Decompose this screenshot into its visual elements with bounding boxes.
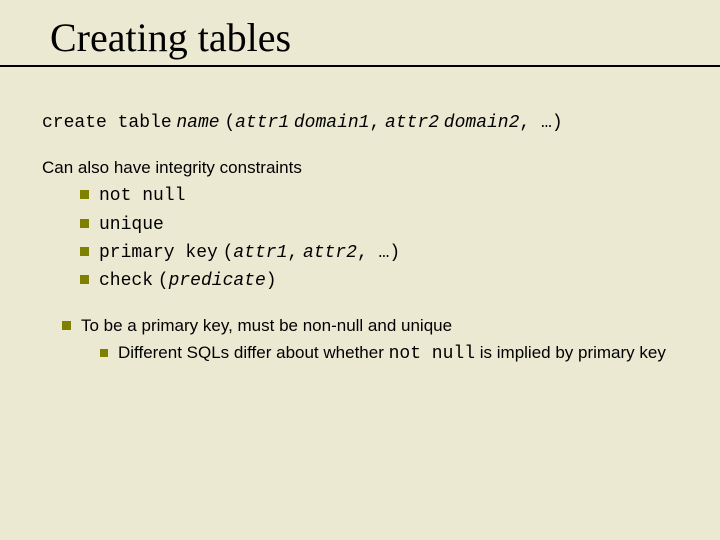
note-line1: To be a primary key, must be non-null an… — [62, 315, 692, 338]
constraint-item-check: check (predicate) — [42, 269, 692, 293]
slide-body: create table name (attr1 domain1, attr2 … — [0, 67, 720, 367]
constraint-check: check (predicate) — [99, 270, 277, 289]
bullet-icon — [80, 190, 89, 199]
constraint-item-pk: primary key (attr1, attr2, …) — [42, 241, 692, 265]
create-table-syntax: create table name (attr1 domain1, attr2 … — [42, 111, 692, 135]
note-sub: Different SQLs differ about whether not … — [62, 342, 692, 366]
constraints-block: Can also have integrity constraints not … — [42, 157, 692, 293]
constraint-item-unique: unique — [42, 213, 692, 237]
syntax-name: name — [176, 113, 219, 133]
constraint-item-notnull: not null — [42, 184, 692, 208]
bullet-icon — [62, 321, 71, 330]
syntax-domain1: domain1 — [294, 113, 370, 133]
syntax-attr2: attr2 — [385, 113, 439, 133]
syntax-domain2: domain2 — [444, 113, 520, 133]
constraint-notnull: not null — [99, 186, 185, 206]
page-title: Creating tables — [50, 14, 720, 61]
syntax-open: ( — [224, 113, 235, 133]
bullet-icon — [80, 219, 89, 228]
syntax-comma1: , — [370, 113, 381, 133]
slide: Creating tables create table name (attr1… — [0, 0, 720, 540]
kw-create-table: create table — [42, 113, 172, 133]
bullet-icon — [80, 247, 89, 256]
constraint-unique: unique — [99, 215, 164, 235]
title-block: Creating tables — [0, 0, 720, 61]
constraint-pk: primary key (attr1, attr2, …) — [99, 242, 400, 261]
bullet-icon — [100, 349, 108, 357]
constraints-intro: Can also have integrity constraints — [42, 157, 692, 180]
syntax-attr1: attr1 — [235, 113, 289, 133]
syntax-tail: , …) — [519, 113, 562, 133]
note-block: To be a primary key, must be non-null an… — [42, 315, 692, 366]
note-sub-text: Different SQLs differ about whether not … — [118, 343, 666, 362]
bullet-icon — [80, 275, 89, 284]
note-main: To be a primary key, must be non-null an… — [81, 316, 452, 335]
